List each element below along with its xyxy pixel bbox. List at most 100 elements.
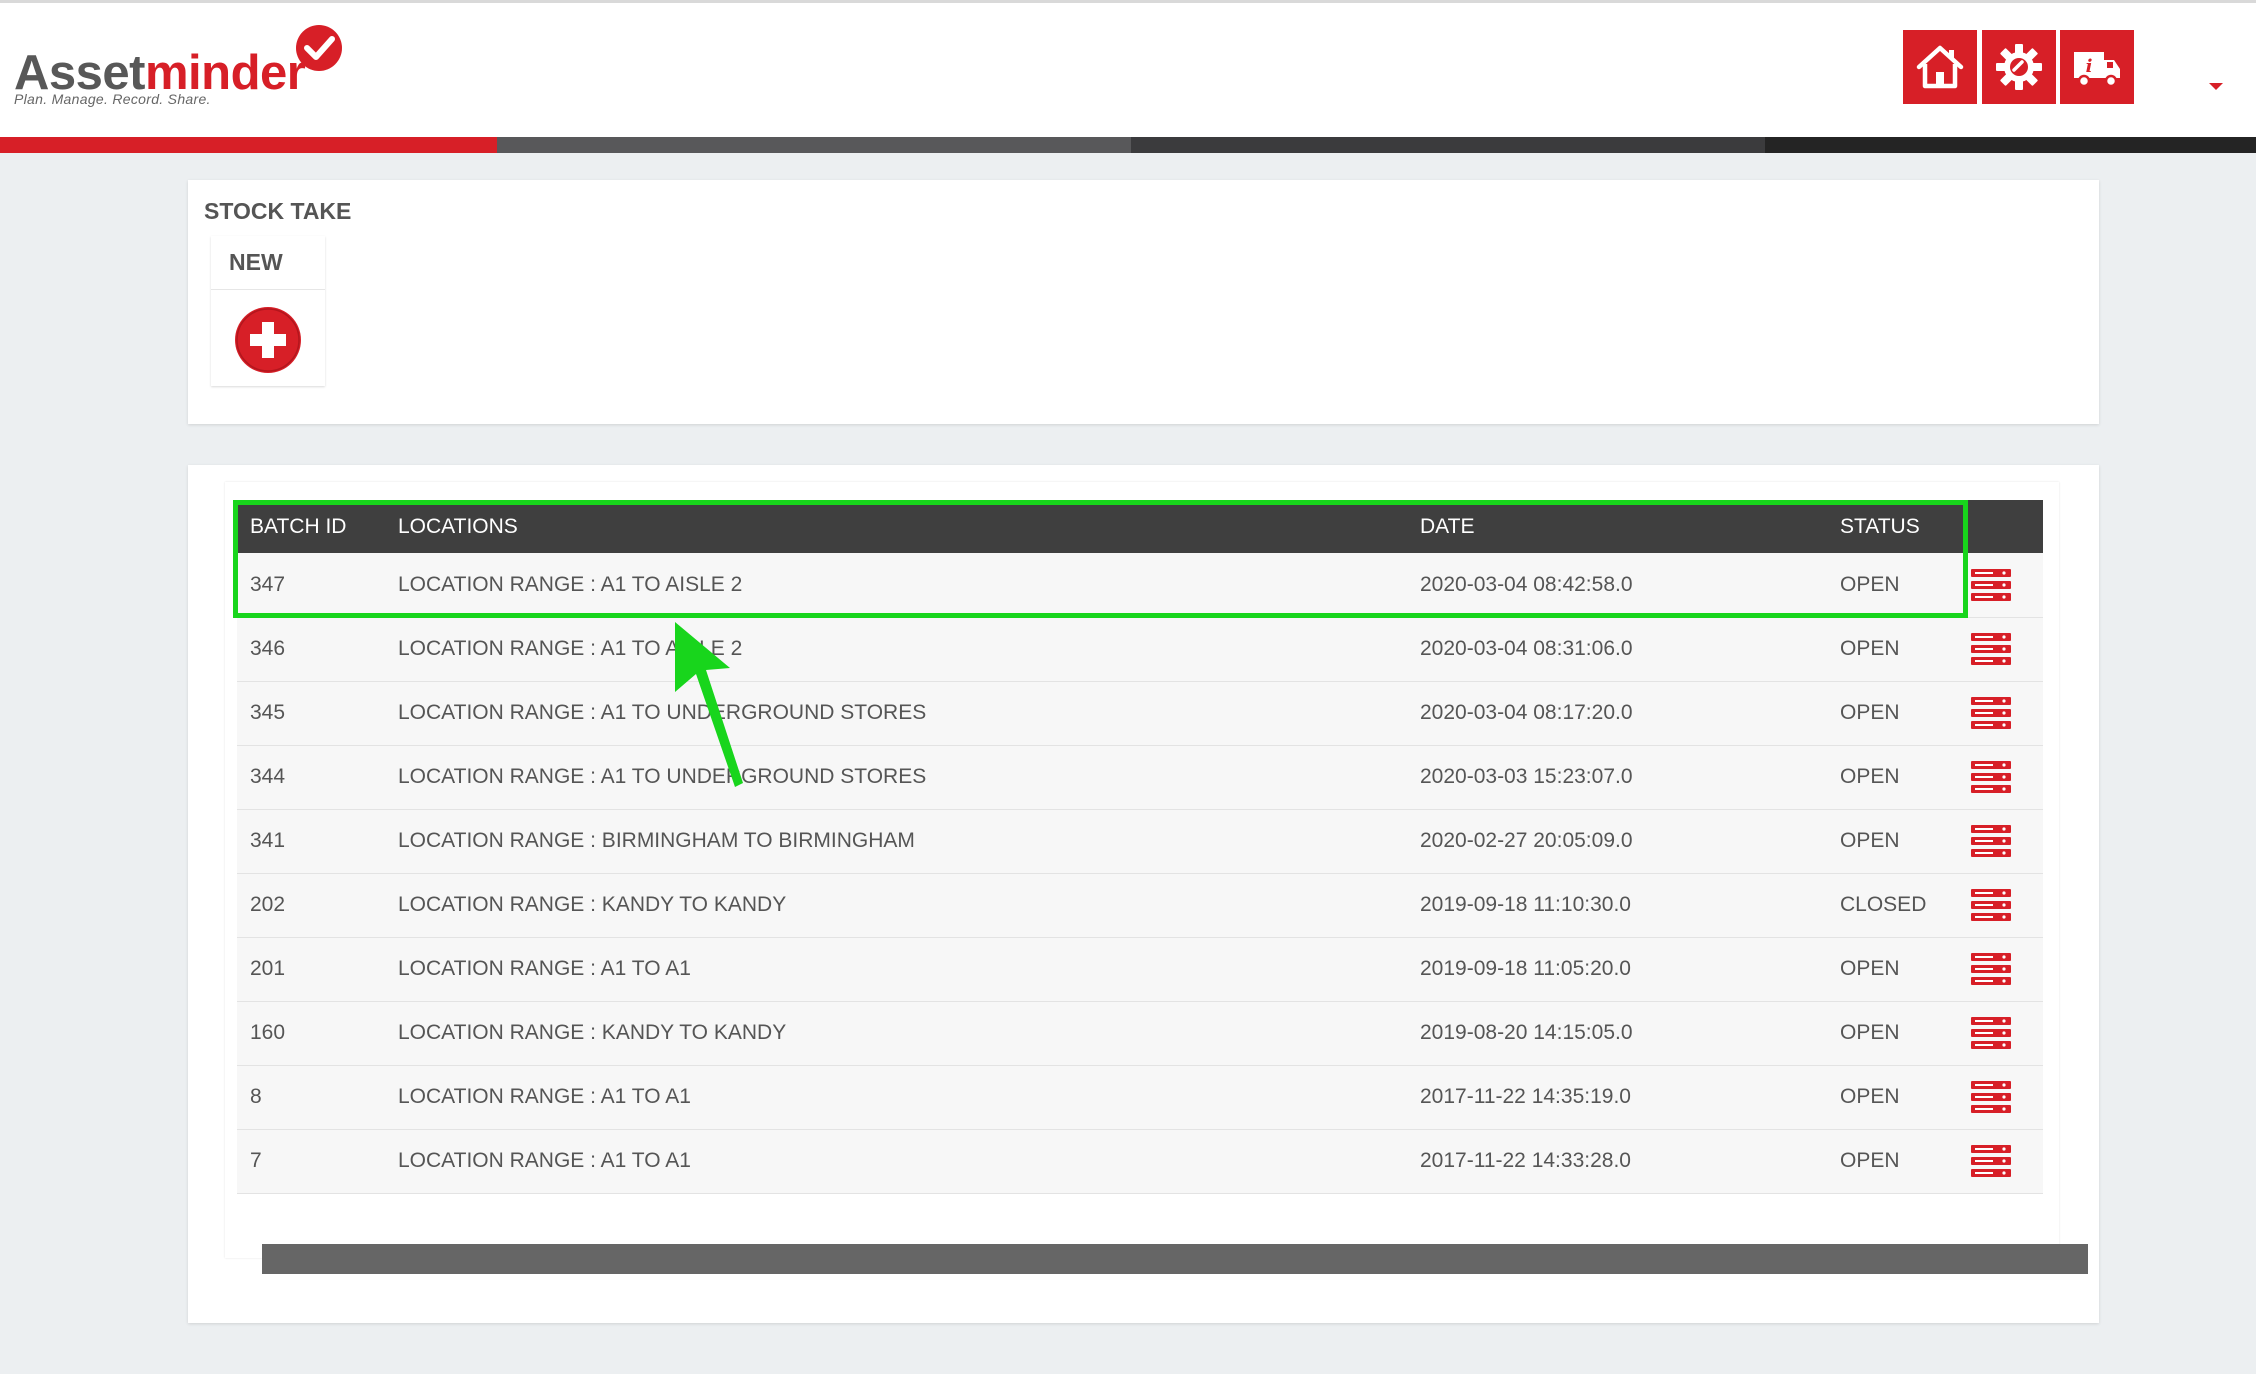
cell-date: 2017-11-22 14:33:28.0 xyxy=(1420,1149,1631,1172)
cell-status: OPEN xyxy=(1840,1085,1900,1108)
cell-actions xyxy=(1970,1129,2043,1193)
cell-actions xyxy=(1970,745,2043,809)
cell-status: OPEN xyxy=(1840,572,1900,596)
cell-status: CLOSED xyxy=(1840,893,1927,916)
cell-status: OPEN xyxy=(1840,701,1900,724)
cell-location: LOCATION RANGE : BIRMINGHAM TO BIRMINGHA… xyxy=(398,829,915,852)
list-details-icon[interactable] xyxy=(1970,696,2012,730)
vehicle-info-button[interactable]: i xyxy=(2060,30,2134,104)
cell-date: 2019-09-18 11:10:30.0 xyxy=(1420,893,1631,916)
cell-actions xyxy=(1970,873,2043,937)
cell-actions xyxy=(1970,617,2043,681)
home-button[interactable] xyxy=(1903,30,1977,104)
table-row[interactable]: 201 LOCATION RANGE : A1 TO A1 2019-09-18 1… xyxy=(237,937,2043,1001)
cell-location: LOCATION RANGE : A1 TO AISLE 2 xyxy=(398,637,743,660)
cell-batch-id: 344 xyxy=(250,765,286,788)
list-details-icon[interactable] xyxy=(1970,824,2012,858)
table-row[interactable]: 202 LOCATION RANGE : KANDY TO KANDY 2019-0… xyxy=(237,873,2043,937)
cell-status: OPEN xyxy=(1840,829,1900,852)
table-row[interactable]: 160 LOCATION RANGE : KANDY TO KANDY 2019-0… xyxy=(237,1001,2043,1065)
header-color-bar xyxy=(0,137,2256,153)
cell-batch-id: 160 xyxy=(250,1021,286,1044)
table-header-row: BATCH ID LOCATIONS DATE STATUS xyxy=(237,500,2043,553)
cell-batch-id: 201 xyxy=(250,957,286,980)
cell-location: LOCATION RANGE : A1 TO UNDERGROUND STORE… xyxy=(398,701,927,724)
add-circle-icon[interactable] xyxy=(234,306,302,374)
cell-status: OPEN xyxy=(1840,1149,1900,1172)
truck-info-icon: i xyxy=(2074,52,2120,88)
home-icon xyxy=(1916,45,1964,89)
cell-actions xyxy=(1970,809,2043,873)
settings-button[interactable] xyxy=(1982,30,2056,104)
cell-actions xyxy=(1970,553,2043,617)
cell-date: 2017-11-22 14:35:19.0 xyxy=(1420,1085,1631,1108)
column-header-locations[interactable]: LOCATIONS xyxy=(398,500,1420,553)
cell-location: LOCATION RANGE : A1 TO UNDERGROUND STORE… xyxy=(398,765,927,788)
list-details-icon[interactable] xyxy=(1970,632,2012,666)
cell-location: LOCATION RANGE : A1 TO A1 xyxy=(398,1149,691,1172)
column-header-batch-id[interactable]: BATCH ID xyxy=(237,500,398,553)
table-row[interactable]: 345 LOCATION RANGE : A1 TO UNDERGROUND ST… xyxy=(237,681,2043,745)
cell-date: 2020-03-04 08:17:20.0 xyxy=(1420,701,1633,724)
list-details-icon[interactable] xyxy=(1970,568,2012,602)
cell-batch-id: 341 xyxy=(250,829,286,852)
cell-date: 2019-08-20 14:15:05.0 xyxy=(1420,1021,1633,1044)
list-details-icon[interactable] xyxy=(1970,760,2012,794)
table-row[interactable]: 7 LOCATION RANGE : A1 TO A1 2017-11-22 14:… xyxy=(237,1129,2043,1193)
table-body: 347 LOCATION RANGE : A1 TO AISLE 2 2020-03… xyxy=(237,553,2043,1193)
cell-batch-id: 202 xyxy=(250,893,286,916)
cell-actions xyxy=(1970,1001,2043,1065)
stock-take-table: BATCH ID LOCATIONS DATE STATUS 347 LOCATI… xyxy=(237,500,2043,1194)
column-header-actions xyxy=(1970,500,2043,553)
cell-date: 2020-03-04 08:42:58.0 xyxy=(1420,572,1633,596)
table-footer-bar xyxy=(262,1244,2088,1274)
cell-location: LOCATION RANGE : A1 TO A1 xyxy=(398,1085,691,1108)
cell-location: LOCATION RANGE : A1 TO AISLE 2 xyxy=(398,572,743,596)
cell-location: LOCATION RANGE : KANDY TO KANDY xyxy=(398,893,787,916)
new-label: NEW xyxy=(211,236,325,290)
list-details-icon[interactable] xyxy=(1970,1016,2012,1050)
cell-batch-id: 7 xyxy=(250,1149,262,1172)
svg-text:i: i xyxy=(2086,56,2093,77)
list-details-icon[interactable] xyxy=(1970,1080,2012,1114)
cell-status: OPEN xyxy=(1840,957,1900,980)
stock-take-panel: STOCK TAKE NEW xyxy=(188,180,2099,424)
table-row[interactable]: 346 LOCATION RANGE : A1 TO AISLE 2 2020-03… xyxy=(237,617,2043,681)
new-stock-take-card: NEW xyxy=(211,236,325,386)
table-row[interactable]: 341 LOCATION RANGE : BIRMINGHAM TO BIRMIN… xyxy=(237,809,2043,873)
panel-title: STOCK TAKE xyxy=(204,198,352,224)
table-row[interactable]: 347 LOCATION RANGE : A1 TO AISLE 2 2020-03… xyxy=(237,553,2043,617)
app-header: Assetminder Plan. Manage. Record. Share. xyxy=(0,3,2256,137)
cell-batch-id: 346 xyxy=(250,637,286,660)
column-header-status[interactable]: STATUS xyxy=(1840,500,1970,553)
cell-batch-id: 345 xyxy=(250,701,286,724)
table-row[interactable]: 8 LOCATION RANGE : A1 TO A1 2017-11-22 14:… xyxy=(237,1065,2043,1129)
logo-tagline: Plan. Manage. Record. Share. xyxy=(14,91,211,107)
cell-status: OPEN xyxy=(1840,765,1900,788)
cell-status: OPEN xyxy=(1840,637,1900,660)
cell-batch-id: 8 xyxy=(250,1085,262,1108)
cell-location: LOCATION RANGE : A1 TO A1 xyxy=(398,957,691,980)
gear-icon xyxy=(1996,44,2042,90)
color-bar-segment xyxy=(497,137,1131,153)
cell-status: OPEN xyxy=(1840,1021,1900,1044)
table-container: BATCH ID LOCATIONS DATE STATUS 347 LOCATI… xyxy=(225,482,2088,1274)
color-bar-segment xyxy=(1765,137,2256,153)
list-details-icon[interactable] xyxy=(1970,1144,2012,1178)
cell-date: 2020-03-04 08:31:06.0 xyxy=(1420,637,1633,660)
color-bar-segment xyxy=(0,137,497,153)
user-menu-dropdown-icon[interactable] xyxy=(2209,83,2223,90)
cell-location: LOCATION RANGE : KANDY TO KANDY xyxy=(398,1021,787,1044)
assetminder-logo[interactable]: Assetminder Plan. Manage. Record. Share. xyxy=(14,23,344,113)
cell-actions xyxy=(1970,681,2043,745)
list-details-icon[interactable] xyxy=(1970,952,2012,986)
cell-date: 2020-02-27 20:05:09.0 xyxy=(1420,829,1633,852)
column-header-date[interactable]: DATE xyxy=(1420,500,1840,553)
color-bar-segment xyxy=(1131,137,1765,153)
checkmark-badge-icon xyxy=(296,25,342,71)
table-row[interactable]: 344 LOCATION RANGE : A1 TO UNDERGROUND ST… xyxy=(237,745,2043,809)
cell-batch-id: 347 xyxy=(250,572,286,596)
list-details-icon[interactable] xyxy=(1970,888,2012,922)
cell-date: 2019-09-18 11:05:20.0 xyxy=(1420,957,1631,980)
cell-date: 2020-03-03 15:23:07.0 xyxy=(1420,765,1633,788)
